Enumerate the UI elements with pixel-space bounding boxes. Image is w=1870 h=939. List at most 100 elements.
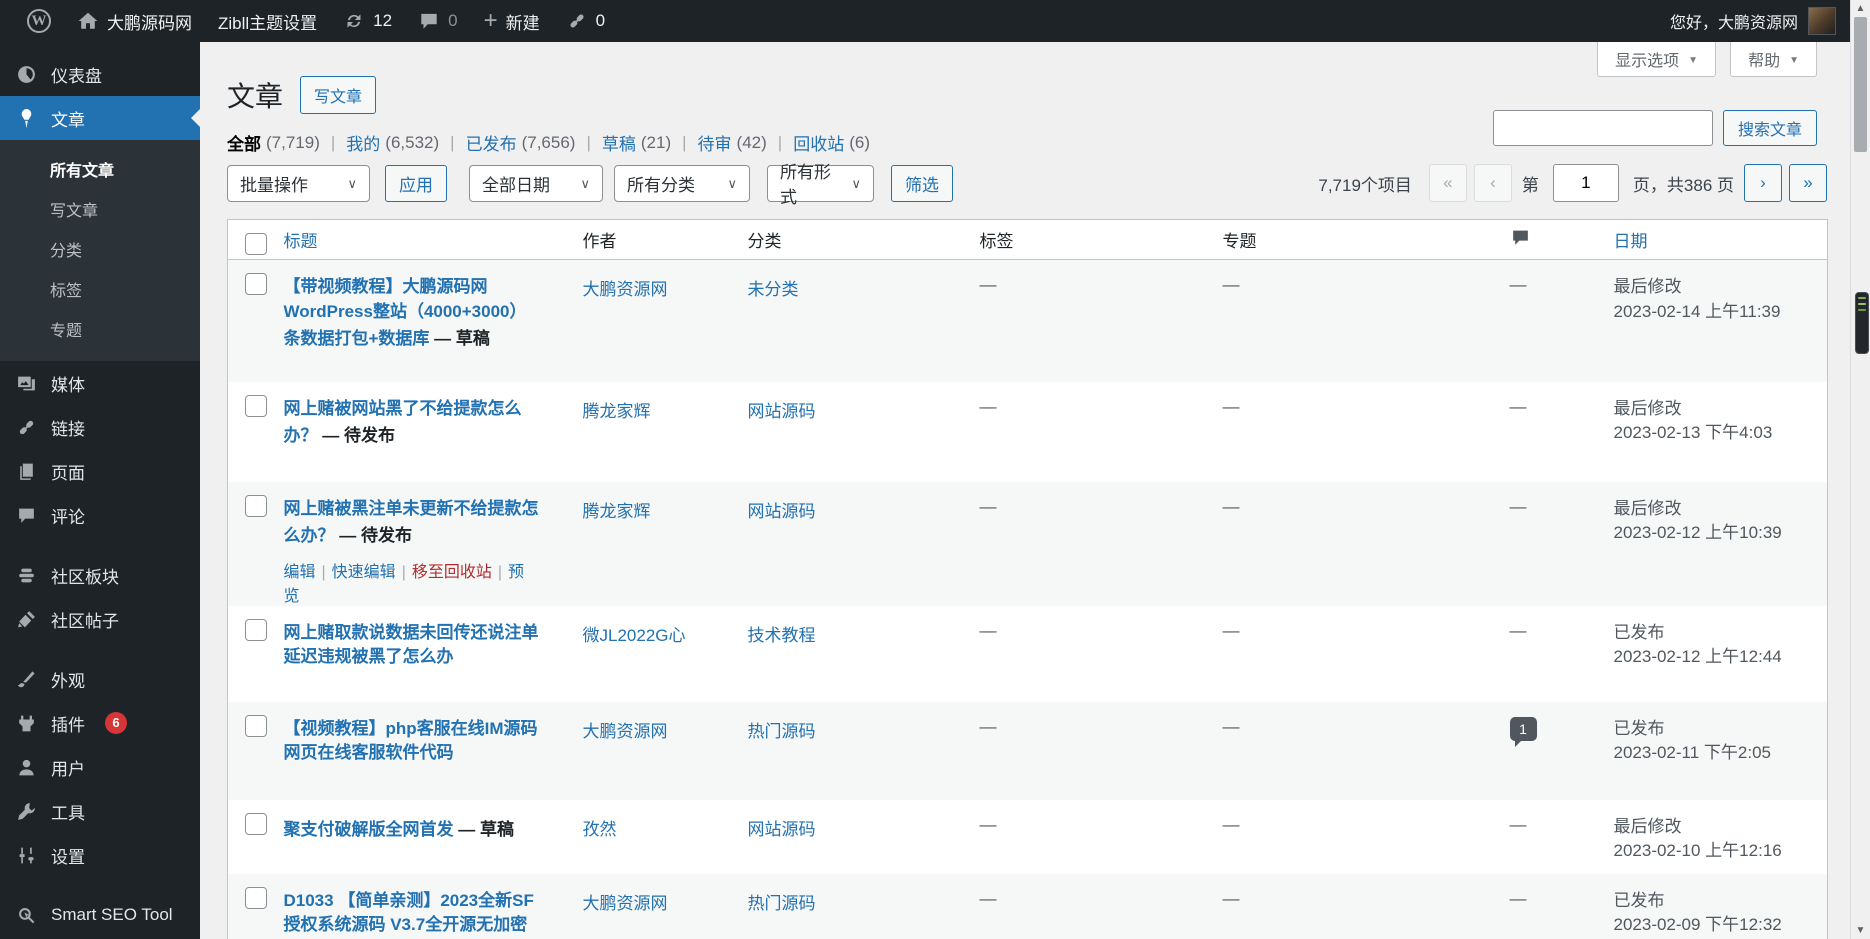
- author-link[interactable]: 大鹏资源网: [583, 894, 668, 913]
- user-greeting[interactable]: 您好，大鹏资源网: [1670, 9, 1798, 33]
- search-posts-input[interactable]: [1493, 110, 1713, 146]
- row-checkbox[interactable]: [245, 813, 267, 835]
- author-link[interactable]: 大鹏资源网: [583, 280, 668, 299]
- view-filter[interactable]: 待审(42): [698, 130, 794, 155]
- sidebar-subitem[interactable]: 所有文章: [0, 149, 200, 189]
- sidebar-item-label: 文章: [51, 106, 85, 131]
- tags-empty: —: [980, 717, 997, 736]
- row-checkbox[interactable]: [245, 495, 267, 517]
- updates-menu[interactable]: 12: [330, 0, 405, 42]
- row-checkbox[interactable]: [245, 887, 267, 909]
- sidebar-item-label: 链接: [51, 415, 85, 440]
- post-title-link[interactable]: 【视频教程】php客服在线IM源码网页在线客服软件代码: [284, 719, 538, 763]
- current-page-input[interactable]: [1553, 164, 1619, 202]
- category-filter-select[interactable]: 所有分类: [614, 165, 750, 202]
- author-link[interactable]: 孜然: [583, 820, 617, 839]
- post-title-link[interactable]: D1033 【简单亲测】2023全新SF授权系统源码 V3.7全开源无加密版本: [284, 891, 534, 939]
- sidebar-subitem[interactable]: 标签: [0, 269, 200, 309]
- links-count-menu[interactable]: 0: [553, 0, 618, 42]
- help-tab[interactable]: 帮助: [1730, 42, 1817, 77]
- category-link[interactable]: 网站源码: [748, 402, 816, 421]
- sidebar-item-settings[interactable]: 设置: [0, 833, 200, 877]
- row-checkbox[interactable]: [245, 619, 267, 641]
- prev-page-button[interactable]: ‹: [1474, 164, 1512, 202]
- topic-empty: —: [1223, 275, 1240, 294]
- sidebar-item-dashboard[interactable]: 仪表盘: [0, 52, 200, 96]
- view-filter[interactable]: 已发布(7,656): [466, 130, 602, 155]
- search-posts-button[interactable]: 搜索文章: [1723, 110, 1817, 146]
- add-new-post-button[interactable]: 写文章: [300, 76, 376, 114]
- row-checkbox[interactable]: [245, 715, 267, 737]
- row-action[interactable]: 移至回收站: [412, 564, 492, 581]
- category-link[interactable]: 热门源码: [748, 722, 816, 741]
- row-checkbox[interactable]: [245, 395, 267, 417]
- chevron-down-icon: [717, 173, 737, 193]
- screen-options-tab[interactable]: 显示选项: [1597, 42, 1716, 77]
- user-avatar[interactable]: [1808, 7, 1836, 35]
- wp-logo-menu[interactable]: W: [14, 0, 64, 42]
- category-link[interactable]: 技术教程: [748, 626, 816, 645]
- post-title-link[interactable]: 【带视频教程】大鹏源码网WordPress整站（4000+3000）条数据打包+…: [284, 277, 527, 348]
- category-link[interactable]: 热门源码: [748, 894, 816, 913]
- last-page-button[interactable]: »: [1789, 164, 1827, 202]
- sidebar-item-community-boards[interactable]: 社区板块: [0, 553, 200, 597]
- sliders-icon: [14, 843, 38, 867]
- comment-count-bubble[interactable]: 1: [1510, 717, 1537, 741]
- author-link[interactable]: 微JL2022G心: [583, 626, 686, 645]
- sidebar-item-smart-seo-tool[interactable]: Smart SEO Tool: [0, 893, 200, 937]
- scroll-down-button[interactable]: ▼: [1851, 925, 1870, 936]
- sidebar-subitem[interactable]: 分类: [0, 229, 200, 269]
- view-filter[interactable]: 回收站(6): [793, 130, 870, 155]
- sidebar-subitem[interactable]: 写文章: [0, 189, 200, 229]
- first-page-button[interactable]: «: [1429, 164, 1467, 202]
- sidebar-item-pages[interactable]: 页面: [0, 449, 200, 493]
- bulk-action-select[interactable]: 批量操作: [227, 165, 370, 202]
- filter-button[interactable]: 筛选: [891, 165, 953, 202]
- column-header-title[interactable]: 标题: [284, 220, 583, 260]
- row-checkbox[interactable]: [245, 273, 267, 295]
- sidebar-item-tools[interactable]: 工具: [0, 789, 200, 833]
- date-cell: 已发布2023-02-11 下午2:05: [1614, 702, 1828, 800]
- comments-menu[interactable]: 0: [405, 0, 470, 42]
- post-row: 【视频教程】php客服在线IM源码网页在线客服软件代码大鹏资源网热门源码——1已…: [228, 702, 1828, 800]
- date-filter-select[interactable]: 全部日期: [469, 165, 603, 202]
- category-link[interactable]: 未分类: [748, 280, 799, 299]
- scrollbar-track[interactable]: ▲ ▼: [1850, 0, 1870, 939]
- post-title-link[interactable]: 网上赌取款说数据未回传还说注单延迟违规被黑了怎么办: [284, 623, 539, 667]
- sidebar-item-comments[interactable]: 评论: [0, 493, 200, 537]
- view-filter[interactable]: 全部(7,719): [227, 130, 346, 155]
- scroll-up-button[interactable]: ▲: [1851, 3, 1870, 14]
- category-link[interactable]: 网站源码: [748, 820, 816, 839]
- format-filter-select[interactable]: 所有形式: [767, 165, 874, 202]
- row-action[interactable]: 编辑: [284, 564, 316, 581]
- next-page-button[interactable]: ›: [1744, 164, 1782, 202]
- post-date-text: 2023-02-11 下午2:05: [1614, 741, 1828, 766]
- author-link[interactable]: 大鹏资源网: [583, 722, 668, 741]
- new-content-menu[interactable]: + 新建: [471, 0, 553, 42]
- column-header-date[interactable]: 日期: [1614, 220, 1828, 260]
- minimap-widget[interactable]: [1855, 292, 1869, 354]
- page-prefix-label: 第: [1522, 171, 1539, 196]
- category-link[interactable]: 网站源码: [748, 502, 816, 521]
- site-name-menu[interactable]: 大鹏源码网: [64, 0, 205, 42]
- post-title-link[interactable]: 聚支付破解版全网首发: [284, 820, 454, 839]
- sidebar-item-media[interactable]: 媒体: [0, 361, 200, 405]
- sidebar-item-label: 仪表盘: [51, 62, 102, 87]
- zibll-theme-menu[interactable]: Zibll主题设置: [205, 0, 330, 42]
- sidebar-item-users[interactable]: 用户: [0, 745, 200, 789]
- apply-button[interactable]: 应用: [385, 165, 447, 202]
- post-status-text: 已发布: [1614, 889, 1828, 914]
- scrollbar-thumb[interactable]: [1854, 17, 1867, 152]
- sidebar-item-plugins[interactable]: 插件6: [0, 701, 200, 745]
- sidebar-item-appearance[interactable]: 外观: [0, 657, 200, 701]
- author-link[interactable]: 腾龙家辉: [583, 402, 651, 421]
- select-all-checkbox[interactable]: [245, 233, 267, 255]
- sidebar-subitem[interactable]: 专题: [0, 309, 200, 349]
- sidebar-item-links[interactable]: 链接: [0, 405, 200, 449]
- view-filter[interactable]: 我的(6,532): [346, 130, 465, 155]
- sidebar-item-community-posts[interactable]: 社区帖子: [0, 597, 200, 641]
- view-filter[interactable]: 草稿(21): [602, 130, 698, 155]
- sidebar-item-posts[interactable]: 文章: [0, 96, 200, 140]
- row-action[interactable]: 快速编辑: [332, 564, 396, 581]
- author-link[interactable]: 腾龙家辉: [583, 502, 651, 521]
